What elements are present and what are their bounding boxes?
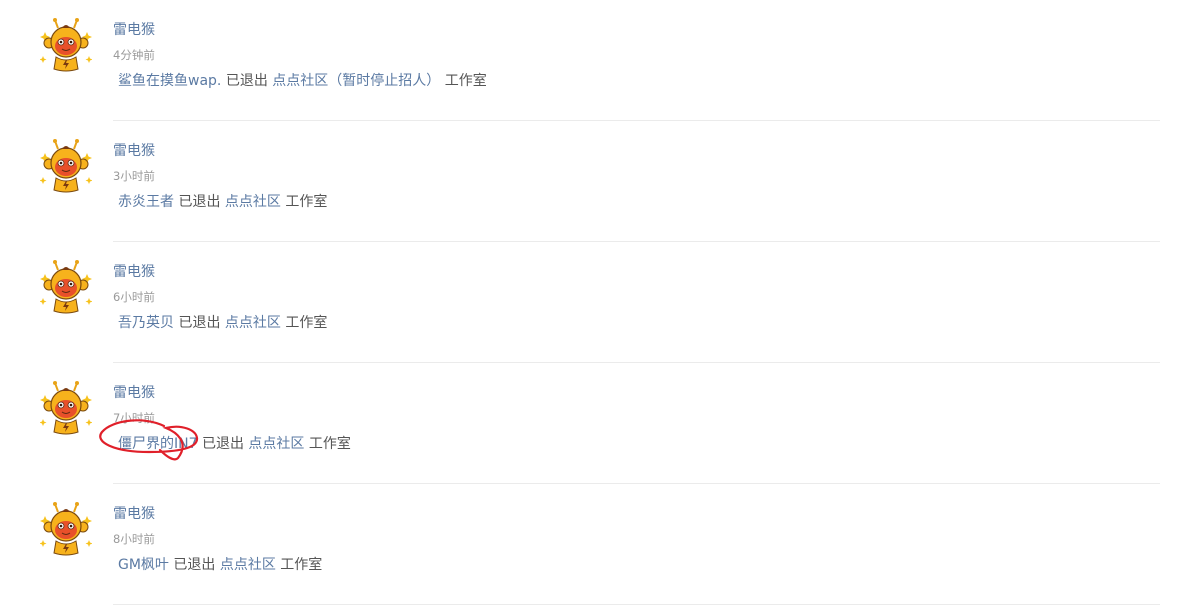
action-text: 已退出 (178, 315, 221, 331)
activity-feed: 雷电猴 4分钟前 鲨鱼在摸鱼wap. 已退出 点点社区（暂时停止招人） 工作室 … (0, 0, 1196, 608)
monkey-mascot-icon[interactable] (40, 18, 92, 74)
activity-message: 僵尸界的IN7 已退出 点点社区 工作室 (118, 435, 351, 453)
feed-item: 雷电猴 8小时前 GM枫叶 已退出 点点社区 工作室 (0, 484, 1196, 605)
activity-message: 吾乃英贝 已退出 点点社区 工作室 (118, 314, 327, 332)
group-link[interactable]: 点点社区 (225, 315, 281, 331)
group-link[interactable]: 点点社区 (225, 194, 281, 210)
author-name[interactable]: 雷电猴 (113, 263, 155, 281)
group-suffix: 工作室 (444, 73, 487, 89)
user-link[interactable]: GM枫叶 (118, 557, 169, 573)
feed-item: 雷电猴 3小时前 赤炎王者 已退出 点点社区 工作室 (0, 121, 1196, 242)
timestamp: 3小时前 (113, 169, 155, 183)
feed-item: 雷电猴 7小时前 僵尸界的IN7 已退出 点点社区 工作室 (0, 363, 1196, 484)
group-suffix: 工作室 (285, 194, 328, 210)
author-name[interactable]: 雷电猴 (113, 142, 155, 160)
action-text: 已退出 (178, 194, 221, 210)
timestamp: 8小时前 (113, 532, 155, 546)
group-suffix: 工作室 (280, 557, 323, 573)
monkey-mascot-icon[interactable] (40, 139, 92, 195)
author-name[interactable]: 雷电猴 (113, 505, 155, 523)
action-text: 已退出 (173, 557, 216, 573)
activity-message: 赤炎王者 已退出 点点社区 工作室 (118, 193, 327, 211)
user-link[interactable]: 吾乃英贝 (118, 315, 174, 331)
feed-item: 雷电猴 6小时前 吾乃英贝 已退出 点点社区 工作室 (0, 242, 1196, 363)
feed-item: 雷电猴 4分钟前 鲨鱼在摸鱼wap. 已退出 点点社区（暂时停止招人） 工作室 (0, 0, 1196, 121)
timestamp: 7小时前 (113, 411, 155, 425)
group-link[interactable]: 点点社区 (220, 557, 276, 573)
divider (113, 604, 1160, 605)
user-link[interactable]: 赤炎王者 (118, 194, 174, 210)
user-link[interactable]: 僵尸界的IN7 (118, 436, 198, 452)
group-suffix: 工作室 (285, 315, 328, 331)
activity-message: 鲨鱼在摸鱼wap. 已退出 点点社区（暂时停止招人） 工作室 (118, 72, 487, 90)
group-suffix: 工作室 (308, 436, 351, 452)
monkey-mascot-icon[interactable] (40, 381, 92, 437)
action-text: 已退出 (201, 436, 244, 452)
timestamp: 6小时前 (113, 290, 155, 304)
author-name[interactable]: 雷电猴 (113, 21, 155, 39)
monkey-mascot-icon[interactable] (40, 502, 92, 558)
timestamp: 4分钟前 (113, 48, 155, 62)
group-link[interactable]: 点点社区 (248, 436, 304, 452)
action-text: 已退出 (225, 73, 268, 89)
user-link[interactable]: 鲨鱼在摸鱼wap. (118, 73, 221, 89)
activity-message: GM枫叶 已退出 点点社区 工作室 (118, 556, 322, 574)
group-link[interactable]: 点点社区（暂时停止招人） (272, 73, 440, 89)
monkey-mascot-icon[interactable] (40, 260, 92, 316)
author-name[interactable]: 雷电猴 (113, 384, 155, 402)
